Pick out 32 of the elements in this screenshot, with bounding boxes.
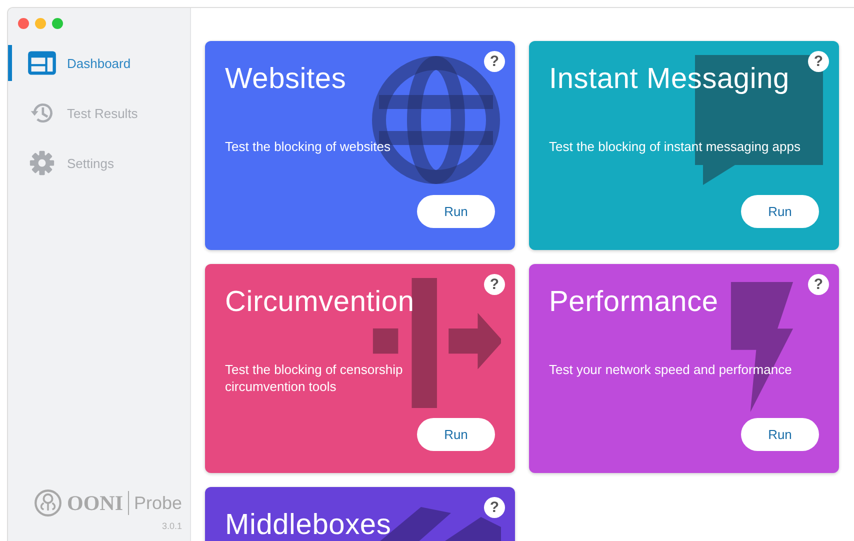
close-button[interactable]: [18, 18, 29, 29]
run-button[interactable]: Run: [741, 418, 819, 451]
card-title: Middleboxes: [225, 509, 392, 541]
card-title: Performance: [549, 286, 718, 319]
card-title: Instant Messaging: [549, 63, 790, 96]
zoom-button[interactable]: [52, 18, 63, 29]
version-label: 3.0.1: [160, 520, 183, 533]
sidebar-item[interactable]: Dashboard: [8, 45, 190, 81]
card-title: Circumvention: [225, 286, 414, 319]
minimize-button[interactable]: [35, 18, 46, 29]
card-description: Test the blocking of instant messaging apps: [549, 138, 802, 155]
run-button[interactable]: Run: [417, 195, 495, 228]
help-button[interactable]: ?: [484, 497, 505, 518]
dashboard-icon: [27, 50, 57, 76]
run-button[interactable]: Run: [417, 418, 495, 451]
settings-icon: [27, 150, 57, 176]
test-card[interactable]: ? Instant Messaging Test the blocking of instant messaging apps Run: [529, 41, 839, 250]
help-button[interactable]: ?: [808, 274, 829, 295]
test-card[interactable]: ? Websites Test the blocking of websites Run: [205, 41, 515, 250]
help-button[interactable]: ?: [484, 274, 505, 295]
test-card[interactable]: ? Circumvention Test the blocking of censorship circumvention tools Run: [205, 264, 515, 473]
help-button[interactable]: ?: [808, 51, 829, 72]
help-button[interactable]: ?: [484, 51, 505, 72]
card-description: Test your network speed and performance: [549, 361, 793, 378]
brand-name: OONI: [67, 490, 124, 516]
card-title: Websites: [225, 63, 346, 96]
test-card[interactable]: ? Middleboxes: [205, 487, 515, 541]
card-description: Test the blocking of websites: [225, 138, 392, 155]
product-name: Probe: [134, 492, 182, 514]
test-card[interactable]: ? Performance Test your network speed and performance Run: [529, 264, 839, 473]
run-button[interactable]: Run: [741, 195, 819, 228]
card-description: Test the blocking of censorship circumvention tools: [225, 361, 404, 395]
